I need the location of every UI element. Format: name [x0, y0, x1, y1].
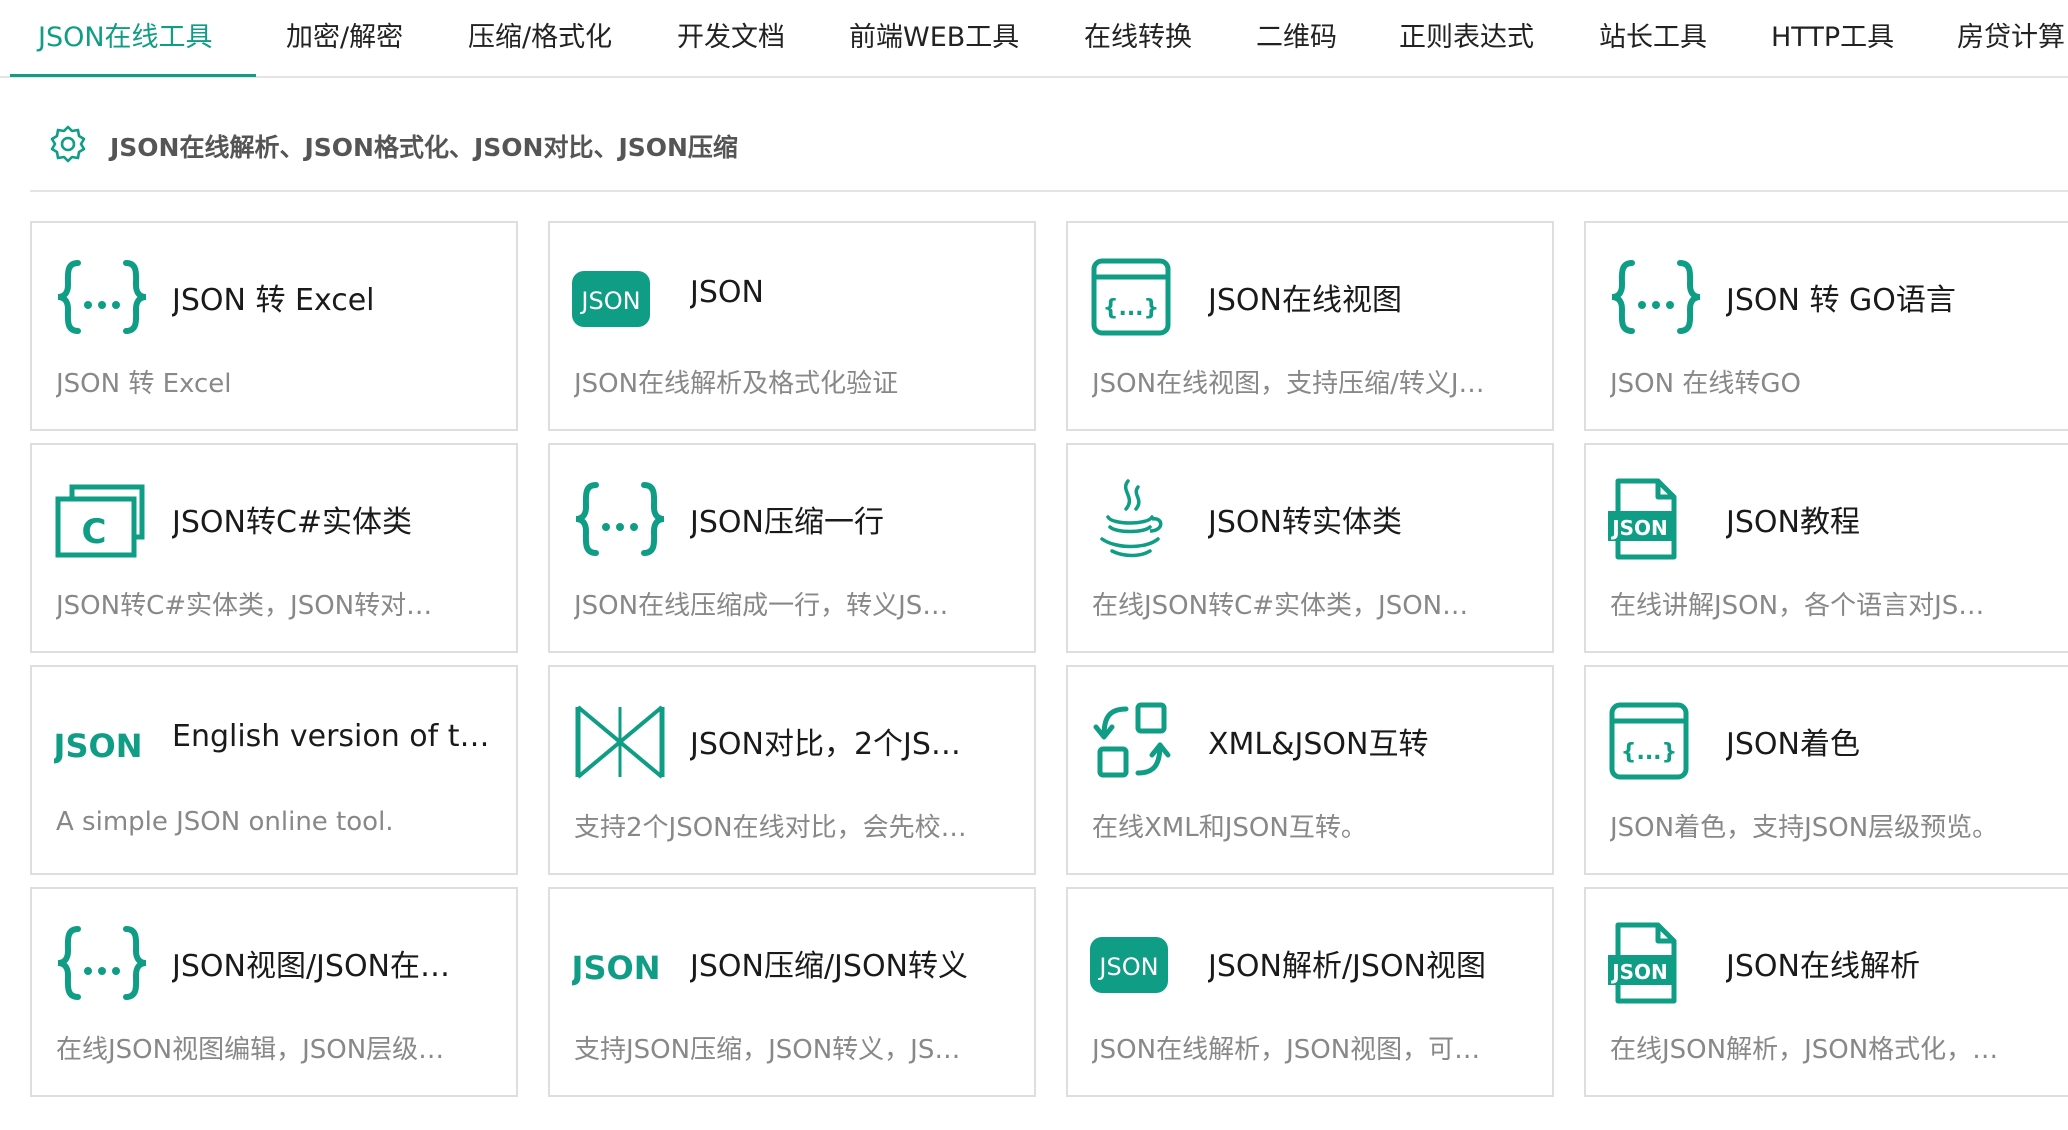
- svg-text:JSON: JSON: [1097, 953, 1158, 981]
- tool-card-title: JSON 转 GO语言: [1726, 283, 1956, 318]
- tool-card-description: JSON在线解析，JSON视图，可…: [1092, 1035, 1481, 1065]
- tool-card-title: JSON 转 Excel: [172, 283, 375, 318]
- nav-tab-web-tools[interactable]: 前端WEB工具: [849, 0, 1019, 78]
- json-logo-icon: JSON: [572, 921, 668, 1005]
- tool-card[interactable]: C JSON转C#实体类 JSON转C#实体类，JSON转对…: [30, 443, 518, 653]
- tool-card-title: JSON着色: [1726, 727, 1860, 762]
- csharp-window-icon: C: [54, 477, 150, 561]
- tool-card-description: 在线讲解JSON，各个语言对JS…: [1610, 591, 1985, 621]
- top-nav: JSON在线工具 加密/解密 压缩/格式化 开发文档 前端WEB工具 在线转换 …: [0, 0, 2068, 78]
- nav-tab-dev-docs[interactable]: 开发文档: [677, 0, 785, 78]
- tool-card-description: JSON着色，支持JSON层级预览。: [1610, 813, 1999, 843]
- tool-card[interactable]: JSON 转 GO语言 JSON 在线转GO: [1584, 221, 2068, 431]
- active-tab-indicator: [10, 74, 256, 77]
- braces-icon: [54, 255, 150, 339]
- tool-card-description: JSON在线解析及格式化验证: [574, 369, 899, 399]
- tool-card-title: JSON转实体类: [1208, 505, 1402, 540]
- tool-card[interactable]: JSON JSON JSON在线解析及格式化验证: [548, 221, 1036, 431]
- tool-card-title: JSON在线视图: [1208, 283, 1402, 318]
- tool-card[interactable]: JSON对比，2个JS… 支持2个JSON在线对比，会先校…: [548, 665, 1036, 875]
- nav-tab-http-tools[interactable]: HTTP工具: [1771, 0, 1894, 78]
- svg-text:JSON: JSON: [572, 949, 660, 987]
- nav-tab-compress[interactable]: 压缩/格式化: [468, 0, 612, 78]
- json-window-icon: {...}: [1090, 255, 1186, 339]
- nav-tab-webmaster[interactable]: 站长工具: [1599, 0, 1707, 78]
- tool-card-title: JSON解析/JSON视图: [1208, 949, 1486, 984]
- nav-tab-mortgage[interactable]: 房贷计算: [1957, 0, 2065, 78]
- tool-card-description: 在线XML和JSON互转。: [1092, 813, 1367, 843]
- tool-card-description: 在线JSON转C#实体类，JSON…: [1092, 591, 1469, 621]
- json-badge-icon: JSON: [1090, 921, 1186, 1005]
- tool-card[interactable]: JSON JSON教程在线讲解JSON，各个语言对JS…: [1584, 443, 2068, 653]
- tool-card-title: JSON: [690, 275, 764, 310]
- tool-card-description: 支持2个JSON在线对比，会先校…: [574, 813, 967, 843]
- tool-card[interactable]: JSON JSON在线解析在线JSON解析，JSON格式化，…: [1584, 887, 2068, 1097]
- tool-card-title: JSON在线解析: [1726, 949, 1920, 984]
- tool-card-title: JSON视图/JSON在…: [172, 949, 450, 984]
- svg-text:JSON: JSON: [1610, 960, 1668, 984]
- convert-icon: [1090, 699, 1186, 783]
- tool-card[interactable]: JSON JSON压缩/JSON转义支持JSON压缩，JSON转义，JS…: [548, 887, 1036, 1097]
- svg-text:{...}: {...}: [1103, 296, 1159, 321]
- nav-tab-regex[interactable]: 正则表达式: [1399, 0, 1534, 78]
- java-cup-icon: [1090, 477, 1186, 561]
- json-file-icon: JSON: [1608, 921, 1704, 1005]
- nav-tab-json-tools[interactable]: JSON在线工具: [38, 0, 213, 78]
- tool-card[interactable]: JSON压缩一行 JSON在线压缩成一行，转义JS…: [548, 443, 1036, 653]
- tool-card-description: JSON 转 Excel: [56, 369, 232, 399]
- section-title: JSON在线解析、JSON格式化、JSON对比、JSON压缩: [110, 133, 738, 162]
- braces-icon: [572, 477, 668, 561]
- tool-card-description: A simple JSON online tool.: [56, 807, 394, 837]
- tool-card-description: 在线JSON解析，JSON格式化，…: [1610, 1035, 1999, 1065]
- svg-text:JSON: JSON: [1610, 516, 1668, 540]
- tool-card[interactable]: JSON视图/JSON在… 在线JSON视图编辑，JSON层级…: [30, 887, 518, 1097]
- braces-icon: [1608, 255, 1704, 339]
- json-window-icon: {...}: [1608, 699, 1704, 783]
- svg-text:C: C: [82, 512, 107, 552]
- tool-card-title: JSON压缩/JSON转义: [690, 949, 968, 984]
- tool-card-description: JSON 在线转GO: [1610, 369, 1801, 399]
- tool-card-title: JSON对比，2个JS…: [690, 727, 961, 762]
- tool-card-title: JSON压缩一行: [690, 505, 884, 540]
- tool-card-description: 支持JSON压缩，JSON转义，JS…: [574, 1035, 961, 1065]
- tool-card-description: JSON在线视图，支持压缩/转义J…: [1092, 369, 1485, 399]
- nav-tab-encrypt[interactable]: 加密/解密: [286, 0, 403, 78]
- svg-text:{...}: {...}: [1621, 740, 1677, 765]
- json-logo-icon: JSON: [54, 699, 150, 783]
- tool-card-title: JSON转C#实体类: [172, 505, 413, 540]
- tool-card[interactable]: XML&JSON互转在线XML和JSON互转。: [1066, 665, 1554, 875]
- svg-text:JSON: JSON: [54, 727, 142, 765]
- compare-icon: [572, 699, 668, 783]
- gear-icon: [48, 124, 88, 164]
- tool-card[interactable]: JSON转实体类在线JSON转C#实体类，JSON…: [1066, 443, 1554, 653]
- tool-card[interactable]: JSON English version of t… A simple JSON o…: [30, 665, 518, 875]
- json-badge-icon: JSON: [572, 255, 668, 339]
- tool-card[interactable]: JSON JSON解析/JSON视图 JSON在线解析，JSON视图，可…: [1066, 887, 1554, 1097]
- tool-card-description: JSON在线压缩成一行，转义JS…: [574, 591, 949, 621]
- nav-tab-convert[interactable]: 在线转换: [1084, 0, 1192, 78]
- tool-card-title: XML&JSON互转: [1208, 727, 1429, 762]
- tool-card-title: JSON教程: [1726, 505, 1860, 540]
- json-file-icon: JSON: [1608, 477, 1704, 561]
- svg-text:JSON: JSON: [579, 287, 640, 315]
- tool-card[interactable]: JSON 转 Excel JSON 转 Excel: [30, 221, 518, 431]
- braces-icon: [54, 921, 150, 1005]
- tool-card[interactable]: {...} JSON在线视图 JSON在线视图，支持压缩/转义J…: [1066, 221, 1554, 431]
- section-header: JSON在线解析、JSON格式化、JSON对比、JSON压缩: [30, 112, 2068, 192]
- nav-tab-qrcode[interactable]: 二维码: [1256, 0, 1337, 78]
- tool-card[interactable]: {...} JSON着色 JSON着色，支持JSON层级预览。: [1584, 665, 2068, 875]
- tool-card-title: English version of t…: [172, 719, 490, 754]
- tool-card-description: 在线JSON视图编辑，JSON层级…: [56, 1035, 445, 1065]
- tool-card-description: JSON转C#实体类，JSON转对…: [56, 591, 433, 621]
